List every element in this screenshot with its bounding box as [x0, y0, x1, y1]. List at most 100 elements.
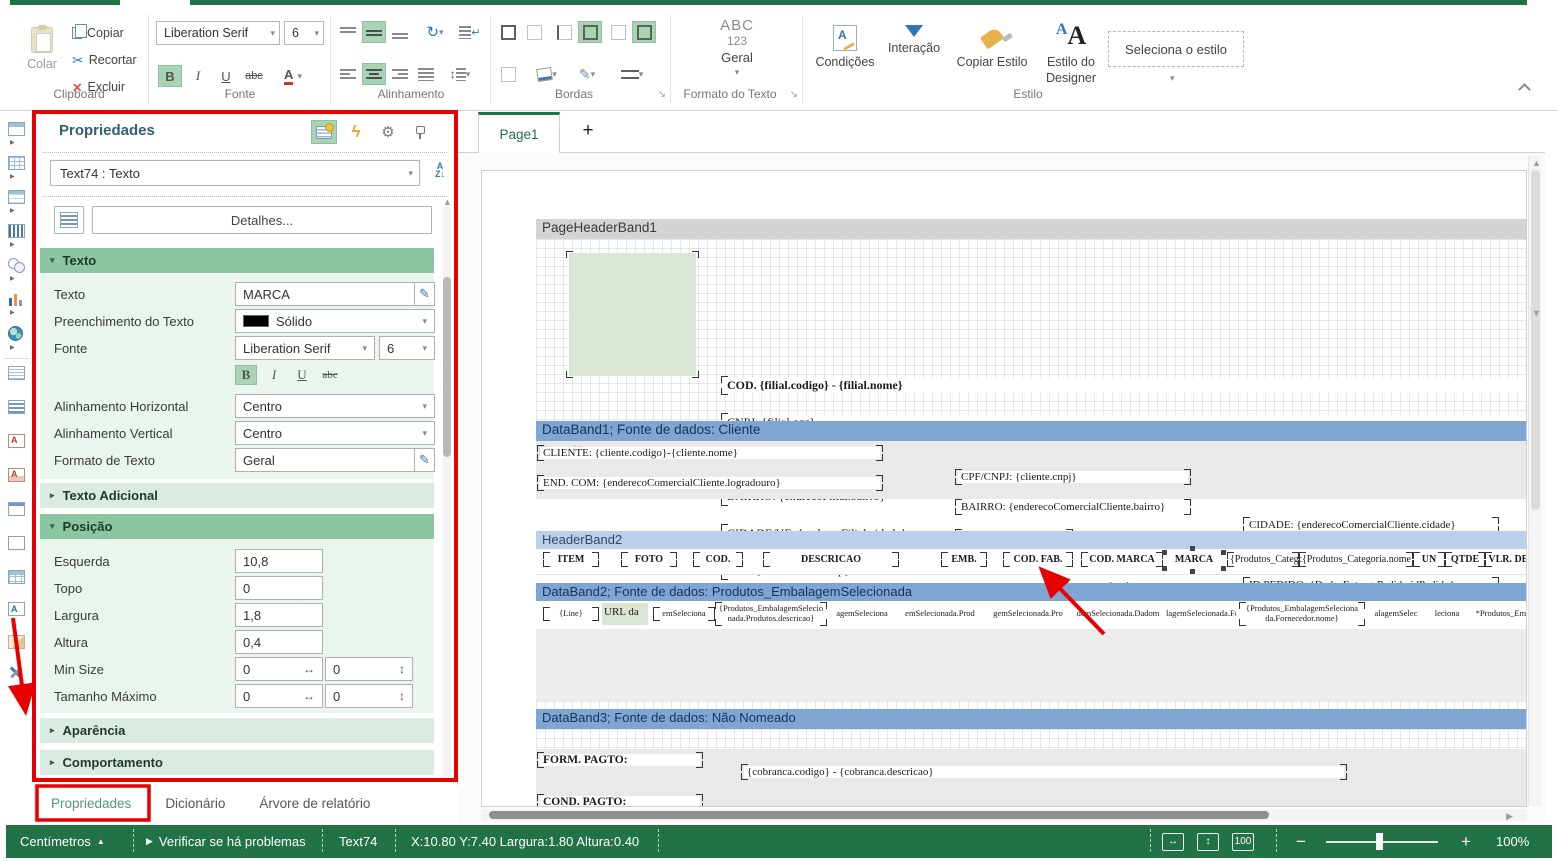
data-text-icon[interactable] [8, 602, 25, 616]
field-cliente[interactable]: CLIENTE: {cliente.codigo}-{cliente.nome} [540, 447, 880, 459]
font-color-button[interactable]: A▾ [276, 65, 310, 87]
data2-cell[interactable]: emSelecionada.Prod [898, 609, 982, 619]
zoom-out-button[interactable]: − [1296, 825, 1306, 858]
field-form-pagto-value[interactable]: {cobranca.codigo} - {cobranca.descricao} [744, 766, 1344, 778]
logo-image-placeholder[interactable] [569, 253, 696, 376]
richtext-icon[interactable] [8, 434, 25, 448]
paste-button[interactable]: Colar [20, 27, 64, 71]
fit-page-button[interactable]: ↕ [1197, 833, 1219, 851]
line-spacing-button[interactable]: ↕▾ [442, 63, 478, 85]
field-filial-cod[interactable]: COD. {filial.codigo} - {filial.nome} [724, 378, 1527, 393]
collapse-ribbon-button[interactable] [1520, 85, 1529, 94]
scroll-up-icon[interactable]: ▲ [443, 197, 452, 207]
properties-scrollbar[interactable]: ▲ [443, 207, 451, 777]
border-color-button[interactable]: ✎▾ [570, 63, 604, 85]
copy-button[interactable]: Copiar [72, 23, 124, 43]
maxsize-height-input[interactable]: 0↕ [325, 684, 413, 708]
valign-select[interactable]: Centro▾ [235, 421, 435, 445]
zoom-slider-thumb[interactable] [1376, 833, 1383, 850]
align-right-button[interactable] [388, 63, 412, 85]
field-cpf-cnpj[interactable]: CPF/CNPJ: {cliente.cnpj} [958, 471, 1188, 483]
textbox-icon[interactable] [8, 400, 25, 414]
border-right-button[interactable] [606, 21, 630, 43]
data2-descricao-cell[interactable]: {Produtos_EmbalagemSelecionada.Produtos.… [718, 604, 824, 624]
data2-cell[interactable]: alagemSelec [1368, 609, 1424, 619]
top-input[interactable]: 0 [235, 576, 323, 600]
align-justify-button[interactable] [414, 63, 438, 85]
text-format-dialog-launcher[interactable]: ↘ [790, 89, 798, 100]
font-family-select[interactable]: Liberation Serif▾ [235, 336, 375, 360]
conditions-button[interactable]: Condições [812, 25, 878, 69]
map-icon[interactable] [8, 326, 23, 341]
tab-dicionario[interactable]: Dicionário [165, 796, 225, 811]
data2-url-image-cell[interactable]: URL da [602, 603, 648, 625]
bands-icon[interactable] [8, 122, 25, 136]
section-texto[interactable]: ▾Texto [40, 248, 434, 273]
text-lines-button[interactable] [54, 206, 84, 234]
column-header[interactable]: QTDE [1448, 554, 1482, 565]
width-input[interactable]: 1,8 [235, 603, 323, 627]
column-header[interactable]: COD. [696, 554, 740, 565]
border-left-button[interactable] [552, 21, 576, 43]
font-family-select[interactable]: Liberation Serif▾ [156, 21, 280, 45]
band-data3-title[interactable]: DataBand3; Fonte de dados: Não Nomeado [536, 709, 1527, 729]
expander-icon[interactable]: ▶ [10, 344, 15, 351]
data2-cell[interactable]: {Line} [546, 609, 596, 619]
barcode-icon[interactable] [8, 224, 25, 238]
strikethrough-button[interactable]: abc [242, 65, 266, 87]
band-data1-title[interactable]: DataBand1; Fonte de dados: Cliente [536, 421, 1527, 441]
italic-toggle[interactable]: I [263, 365, 285, 385]
left-input[interactable]: 10,8 [235, 549, 323, 573]
expander-icon[interactable]: ▶ [10, 173, 15, 180]
settings-button[interactable]: ⚙ [375, 120, 401, 144]
element-selector[interactable]: Text74 : Texto▾ [50, 160, 420, 186]
border-outside-button[interactable] [496, 63, 520, 85]
border-bottom-button[interactable] [632, 21, 656, 43]
text-rotation-button[interactable]: ↻▾ [418, 21, 452, 43]
tab-arvore-relatorio[interactable]: Árvore de relatório [259, 796, 370, 811]
chart-icon[interactable] [8, 292, 24, 306]
data2-cell[interactable]: lagemSelecionada.Forr [1166, 609, 1236, 619]
height-input[interactable]: 0,4 [235, 630, 323, 654]
sort-az-button[interactable]: AZ↓ [429, 162, 451, 178]
data2-fornecedor-cell[interactable]: {Produtos_EmbalagemSelecionada.Fornecedo… [1242, 604, 1362, 624]
format-edit-pencil-icon[interactable]: ✎ [415, 448, 435, 472]
field-form-pagto-label[interactable]: FORM. PAGTO: [540, 754, 700, 766]
check-problems-button[interactable]: ▶Verificar se há problemas [146, 825, 306, 858]
select-style-caret[interactable]: ▾ [1170, 73, 1175, 84]
minsize-height-input[interactable]: 0↕ [325, 657, 413, 681]
data2-cell[interactable]: *Produtos_Embala [1470, 609, 1527, 619]
column-header[interactable]: COD. FAB. [1006, 554, 1070, 565]
halign-select[interactable]: Centro▾ [235, 394, 435, 418]
events-button[interactable]: ϟ [343, 120, 369, 144]
column-header[interactable]: ITEM [546, 554, 596, 565]
copy-style-button[interactable]: Copiar Estilo [952, 25, 1032, 69]
band-data2-title[interactable]: DataBand2; Fonte de dados: Produtos_Emba… [536, 583, 1527, 601]
cut-button[interactable]: ✂Recortar [72, 50, 137, 70]
horizontal-scrollbar-thumb[interactable] [489, 811, 1269, 819]
column-header[interactable]: UN [1416, 554, 1442, 565]
expander-icon[interactable]: ▶ [10, 275, 15, 282]
align-middle-button[interactable] [362, 21, 386, 43]
units-selector[interactable]: Centímetros▲ [20, 825, 105, 858]
text-format-button[interactable]: ABC 123 Geral ▾ [702, 17, 772, 78]
align-bottom-button[interactable] [388, 21, 412, 43]
fit-width-button[interactable]: ↔ [1162, 833, 1184, 851]
crosstab-icon[interactable] [8, 156, 25, 170]
strike-toggle[interactable]: abc [319, 365, 341, 385]
section-texto-adicional[interactable]: ▸Texto Adicional [40, 483, 434, 508]
align-center-button[interactable] [362, 63, 386, 85]
italic-button[interactable]: I [186, 65, 210, 87]
column-header[interactable]: {Produtos_Categoria.nome [1302, 554, 1410, 565]
word-wrap-button[interactable]: ↵ [456, 21, 484, 43]
column-header[interactable]: VLR. DESC. [1488, 554, 1527, 565]
column-header[interactable]: COD. MARCA [1084, 554, 1160, 565]
data2-cell[interactable]: demSelecionada.Dadom [1074, 609, 1162, 619]
horizontal-scrollbar[interactable]: ▶ [481, 809, 1527, 821]
underline-toggle[interactable]: U [291, 365, 313, 385]
scroll-right-icon[interactable]: ▶ [1506, 811, 1513, 822]
section-comportamento[interactable]: ▸Comportamento [40, 750, 434, 775]
font-size-select[interactable]: 6▾ [284, 21, 324, 45]
image-icon[interactable] [8, 635, 25, 649]
properties-scrollbar-thumb[interactable] [443, 277, 451, 457]
